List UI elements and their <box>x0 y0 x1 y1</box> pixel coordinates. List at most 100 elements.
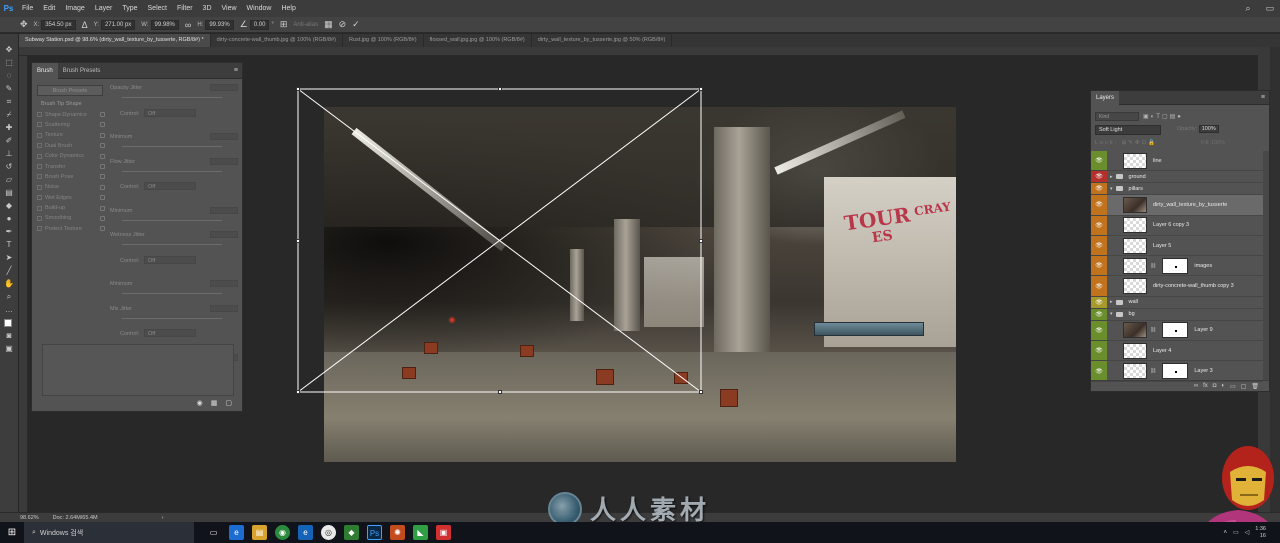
task-view-icon[interactable]: ▭ <box>206 525 221 540</box>
visibility-eye-icon[interactable]: 👁 <box>1091 235 1107 256</box>
transform-handle[interactable] <box>699 390 703 394</box>
crop-tool-icon[interactable]: ⌗ <box>3 96 16 108</box>
layer-row[interactable]: 👁 ⛓ images <box>1091 256 1263 277</box>
commit-transform-icon[interactable]: ✓ <box>352 19 360 30</box>
visibility-eye-icon[interactable]: 👁 <box>1091 256 1107 276</box>
new-layer-icon[interactable]: ▢ <box>1241 383 1247 390</box>
stamp-tool-icon[interactable]: ⊥ <box>3 148 16 160</box>
brush-grid-icon[interactable]: ▦ <box>211 399 218 407</box>
menu-help[interactable]: Help <box>276 0 300 17</box>
layer-row[interactable]: 👁 ▸ ground <box>1091 171 1263 184</box>
file-explorer-icon[interactable]: ▤ <box>252 525 267 540</box>
lock-icon[interactable] <box>100 132 105 138</box>
lock-icon[interactable] <box>100 164 105 170</box>
menu-3d[interactable]: 3D <box>198 0 217 17</box>
menu-view[interactable]: View <box>217 0 242 17</box>
transform-handle[interactable] <box>296 239 300 243</box>
type-tool-icon[interactable]: T <box>3 239 16 251</box>
transform-handle[interactable] <box>498 390 502 394</box>
tab-layers[interactable]: Layers <box>1091 90 1120 105</box>
opacity-field[interactable]: Opacity: 100% <box>1177 125 1219 133</box>
lock-icon[interactable] <box>100 174 105 180</box>
lasso-tool-icon[interactable]: ◌ <box>3 70 16 82</box>
mask-link-icon[interactable]: ⛓ <box>1150 327 1156 333</box>
healing-tool-icon[interactable]: ✚ <box>3 122 16 134</box>
brush-setting-item[interactable]: Protect Texture <box>37 224 105 234</box>
angle-field[interactable]: ∠ 0.00 ° <box>240 19 274 30</box>
network-icon[interactable]: ▭ <box>1233 529 1239 536</box>
visibility-eye-icon[interactable]: 👁 <box>1091 361 1107 381</box>
brush-setting-item[interactable]: Color Dynamics <box>37 151 105 161</box>
slider[interactable] <box>122 293 222 294</box>
clock[interactable]: 1:36 16 <box>1255 526 1266 540</box>
y-field[interactable]: Y: 271.00 px <box>94 19 136 30</box>
gradient-tool-icon[interactable]: ▤ <box>3 187 16 199</box>
brush-setting-item[interactable]: Scattering <box>37 120 105 130</box>
path-select-tool-icon[interactable]: ➤ <box>3 252 16 264</box>
mask-link-icon[interactable]: ⛓ <box>1150 368 1156 374</box>
brush-presets-button[interactable]: Brush Presets <box>37 85 103 96</box>
collapsed-arrow-icon[interactable]: ▸ <box>1110 299 1113 305</box>
slider[interactable] <box>122 317 222 319</box>
ie-icon[interactable]: e <box>298 525 313 540</box>
layer-mask-thumbnail[interactable] <box>1162 257 1189 274</box>
visibility-eye-icon[interactable]: 👁 <box>1091 320 1107 341</box>
visibility-eye-icon[interactable]: 👁 <box>1091 183 1107 195</box>
slider[interactable] <box>122 170 222 172</box>
layer-row[interactable]: 👁 dirty_wall_texture_by_tusserte <box>1091 195 1263 216</box>
transform-handle[interactable] <box>296 87 300 91</box>
document-canvas[interactable]: TOUR ES CRAY <box>324 107 956 462</box>
brush-setting-item[interactable]: Texture <box>37 130 105 140</box>
checkbox[interactable] <box>37 112 42 118</box>
layer-row[interactable]: 👁 ⛓ Layer 9 <box>1091 320 1263 342</box>
delete-layer-icon[interactable]: 🗑 <box>1251 383 1259 390</box>
menu-edit[interactable]: Edit <box>38 0 60 17</box>
workspace-icon[interactable]: ▭ <box>1262 0 1278 17</box>
slider[interactable] <box>122 146 222 147</box>
visibility-eye-icon[interactable]: 👁 <box>1091 171 1107 183</box>
layers-scrollbar[interactable] <box>1263 151 1269 381</box>
app-icon[interactable]: ▣ <box>436 525 451 540</box>
layer-row[interactable]: 👁 dirty-concrete-wall_thumb copy 3 <box>1091 276 1263 297</box>
transform-handle[interactable] <box>296 390 300 394</box>
tray-arrow-icon[interactable]: ˄ <box>1223 530 1227 536</box>
value-field[interactable] <box>210 133 238 140</box>
transform-handle[interactable] <box>699 239 703 243</box>
menu-image[interactable]: Image <box>60 0 89 17</box>
lock-icon[interactable] <box>100 215 105 221</box>
brush-setting-item[interactable]: Smoothing <box>37 213 105 223</box>
layer-mask-thumbnail[interactable] <box>1162 322 1189 339</box>
document-tab[interactable]: dirty_wall_texture_by_tusserte.jpg @ 50%… <box>532 34 673 47</box>
value-field[interactable] <box>210 206 238 214</box>
blur-tool-icon[interactable]: ◆ <box>3 200 16 212</box>
mesh-icon[interactable]: ▦ <box>324 19 333 30</box>
menu-window[interactable]: Window <box>242 0 277 17</box>
quick-mask-icon[interactable]: ◙ <box>3 330 16 342</box>
eyedropper-tool-icon[interactable]: ⌿ <box>3 109 16 121</box>
document-tab[interactable]: Rust.jpg @ 100% (RGB/8#) <box>343 34 424 47</box>
new-group-icon[interactable]: ▭ <box>1230 383 1236 390</box>
visibility-eye-icon[interactable]: 👁 <box>1091 195 1107 215</box>
layer-row[interactable]: 👁 line <box>1091 151 1263 172</box>
adjustment-layer-icon[interactable]: ◐ <box>1221 383 1225 389</box>
collapsed-arrow-icon[interactable]: ▸ <box>1110 174 1113 180</box>
chrome-icon[interactable]: ◉ <box>275 525 290 540</box>
toggle-live-tip-icon[interactable]: ◉ <box>197 399 203 407</box>
delta-icon[interactable]: Δ <box>82 20 88 30</box>
layer-row[interactable]: 👁 ▾ pillars <box>1091 183 1263 196</box>
checkbox[interactable] <box>37 153 42 159</box>
link-icon[interactable]: ∞ <box>185 20 191 30</box>
checkbox[interactable] <box>37 122 42 128</box>
history-brush-tool-icon[interactable]: ↺ <box>3 161 16 173</box>
marquee-tool-icon[interactable]: ⬚ <box>3 57 16 69</box>
value-field[interactable] <box>210 157 238 165</box>
line-tool-icon[interactable]: ╱ <box>3 265 16 277</box>
lock-controls[interactable]: Lock: ⊞✎✥⊡🔒 <box>1095 140 1157 146</box>
lock-icon[interactable] <box>100 112 105 118</box>
width-field[interactable]: W: 99.98% <box>141 19 179 30</box>
dodge-tool-icon[interactable]: ● <box>3 213 16 225</box>
layer-style-icon[interactable]: fx <box>1203 383 1208 389</box>
value-field[interactable] <box>210 231 238 238</box>
visibility-eye-icon[interactable]: 👁 <box>1091 341 1107 361</box>
layer-mask-thumbnail[interactable] <box>1162 363 1189 380</box>
